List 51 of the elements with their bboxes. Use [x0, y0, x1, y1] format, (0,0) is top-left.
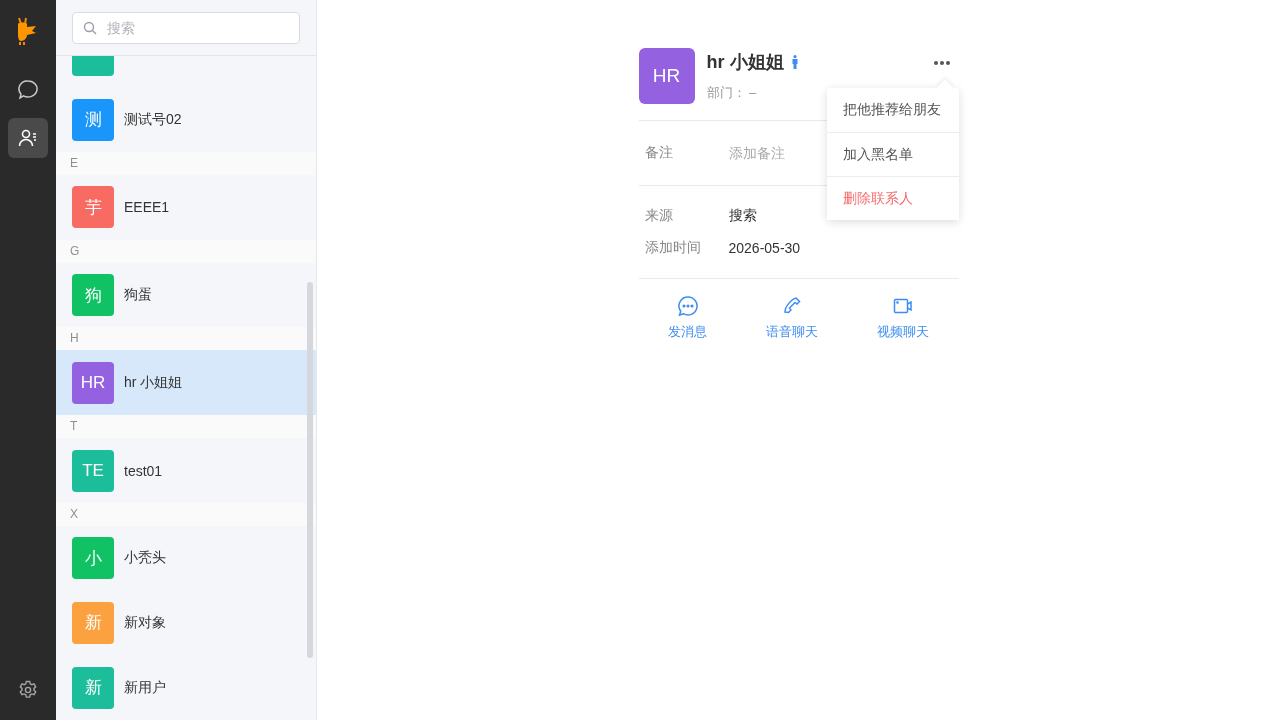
- group-letter: E: [70, 156, 78, 171]
- contact-name: 新用户: [124, 678, 166, 697]
- contact-name: hr 小姐姐: [124, 373, 183, 392]
- group-letter: H: [70, 331, 79, 346]
- profile-name: hr 小姐姐: [706, 51, 784, 74]
- contact-item[interactable]: 小 小秃头: [56, 525, 316, 591]
- chat-icon: [17, 79, 39, 101]
- field-label: 添加时间: [644, 239, 702, 257]
- person-icon: [791, 55, 798, 69]
- department-text: 部门： –: [706, 84, 758, 102]
- group-letter: X: [70, 506, 78, 521]
- contact-name: 测试号02: [124, 110, 182, 129]
- field-value: 搜索: [728, 207, 757, 225]
- menu-item[interactable]: 把他推荐给朋友: [826, 88, 959, 132]
- contact-avatar: TE: [72, 449, 114, 492]
- scrollbar[interactable]: [307, 282, 313, 658]
- search-field[interactable]: 搜索: [72, 12, 300, 44]
- action-button[interactable]: 语音聊天: [758, 295, 826, 341]
- contact-item[interactable]: TE test01: [56, 438, 316, 503]
- contact-avatar: 新: [72, 666, 114, 709]
- contact-avatar: 狗: [72, 274, 114, 317]
- group-letter: T: [70, 419, 78, 434]
- action-button[interactable]: 视频聊天: [869, 295, 937, 341]
- more-icon: [932, 60, 951, 66]
- nav-button[interactable]: [8, 118, 48, 158]
- field-label: 备注: [644, 144, 674, 162]
- contact-item[interactable]: 芋 EEEE1: [56, 175, 316, 240]
- action-button[interactable]: 发消息: [660, 295, 715, 341]
- settings-icon[interactable]: [18, 680, 38, 700]
- profile-avatar: HR: [638, 48, 695, 104]
- contact-name: 小秃头: [124, 549, 166, 568]
- contact-name: 新对象: [124, 613, 166, 632]
- contacts-icon: [17, 127, 39, 149]
- menu-item[interactable]: 加入黑名单: [826, 132, 959, 176]
- contact-avatar: 测: [72, 98, 114, 141]
- contact-avatar: HR: [72, 361, 114, 404]
- contact-avatar: 小: [72, 537, 114, 580]
- contact-item[interactable]: 新 新用户: [56, 655, 316, 720]
- contact-name: 狗蛋: [124, 286, 152, 305]
- contact-item[interactable]: HR hr 小姐姐: [56, 350, 316, 416]
- group-letter: G: [70, 243, 80, 258]
- contact-avatar: 新: [72, 601, 114, 644]
- field-value: 2026-05-30: [728, 240, 801, 256]
- contact-item[interactable]: 狗 狗蛋: [56, 262, 316, 328]
- contact-item[interactable]: 测 测试号02: [56, 87, 316, 153]
- contact-item[interactable]: 新 新对象: [56, 590, 316, 656]
- chat-icon: [676, 295, 699, 317]
- contact-name: test01: [124, 462, 163, 479]
- contact-avatar: 芋: [72, 186, 114, 229]
- field-label: 来源: [644, 207, 674, 225]
- contact-name: EEEE1: [124, 199, 170, 216]
